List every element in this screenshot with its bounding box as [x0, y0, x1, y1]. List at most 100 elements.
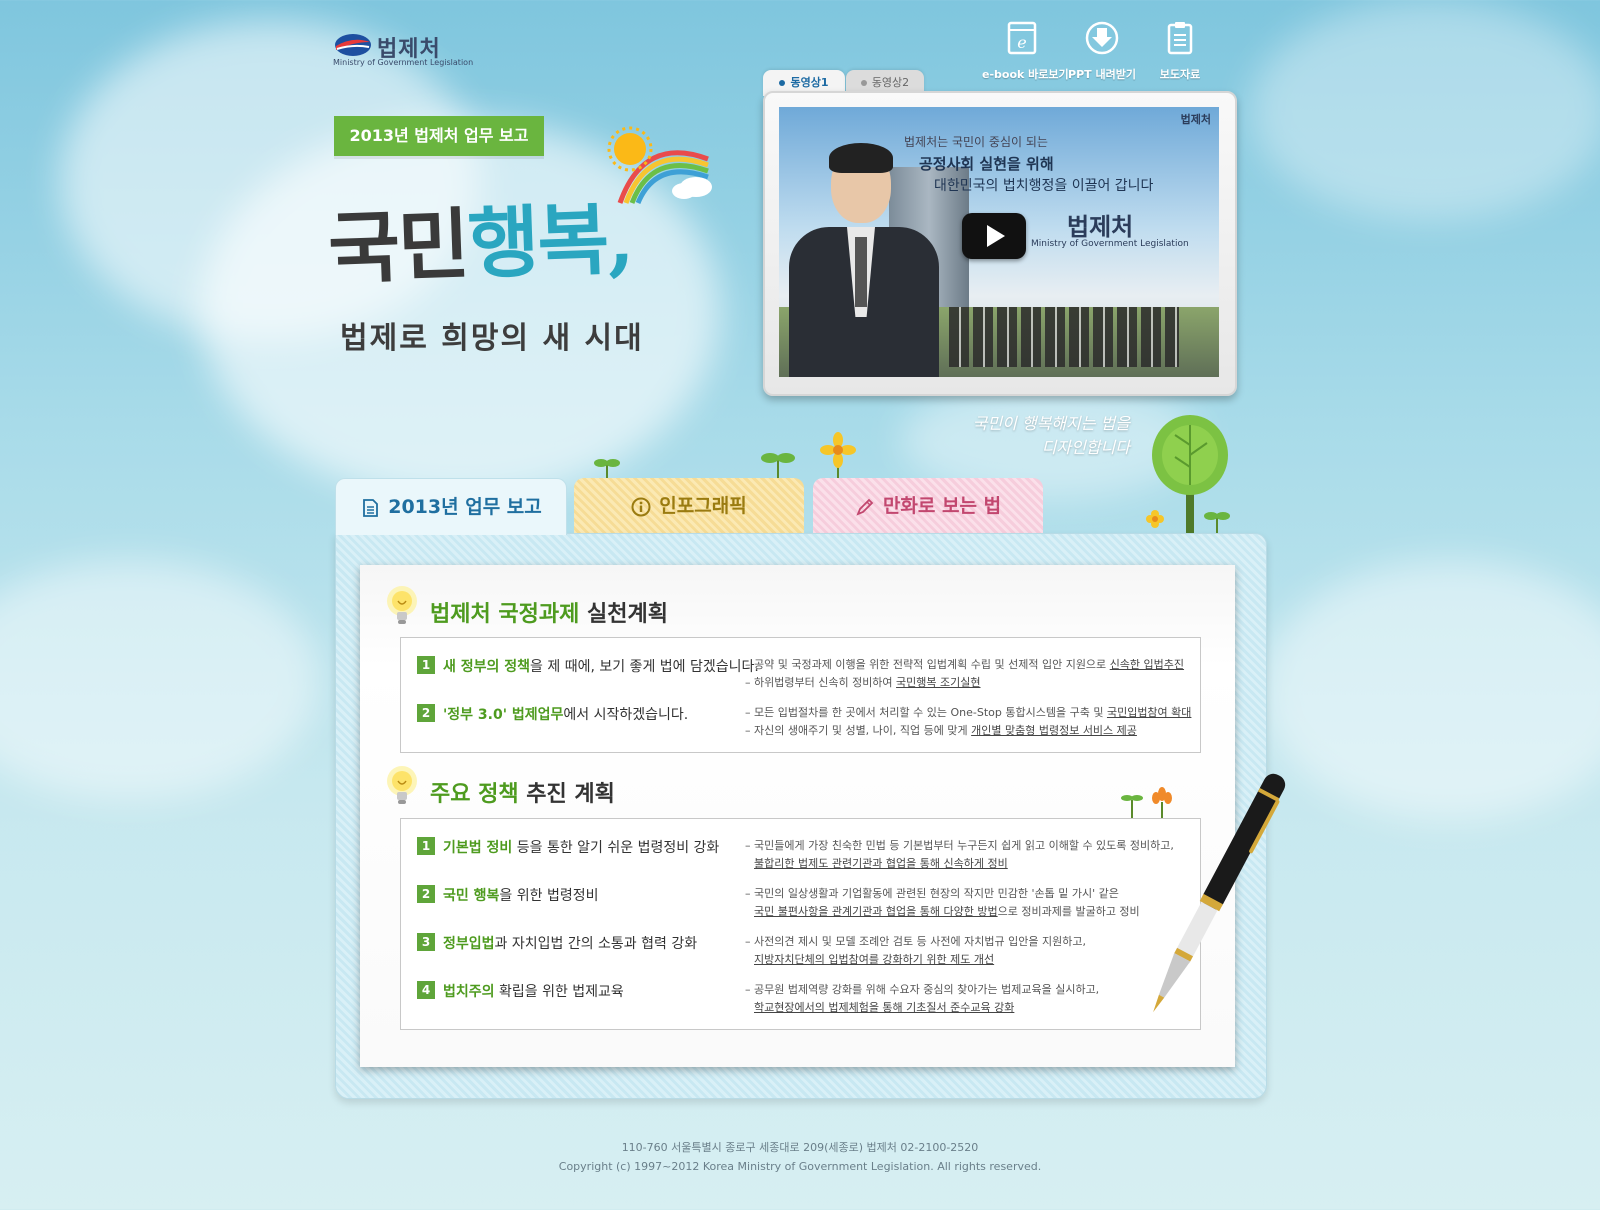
item-number: 3 — [417, 933, 435, 951]
footer-copyright: Copyright (c) 1997~2012 Korea Ministry o… — [558, 1160, 1042, 1173]
item-title: 새 정부의 정책을 제 때에, 보기 좋게 법에 담겠습니다. — [443, 656, 759, 676]
item-title: '정부 3.0' 법제업무에서 시작하겠습니다. — [443, 704, 688, 724]
lightbulb-icon — [387, 766, 417, 804]
section-2-title-rest: 추진 계획 — [518, 782, 615, 807]
item-title-rest: 을 위한 법령정비 — [499, 888, 599, 904]
play-icon[interactable] — [962, 213, 1026, 259]
site-logo[interactable]: 법제처 Ministry of Government Legislation — [333, 28, 473, 70]
item-title-highlight: 법치주의 — [443, 984, 495, 1000]
flower-icon — [820, 432, 856, 482]
ebook-icon: e — [1007, 21, 1037, 55]
item-title-rest: 과 자치입법 간의 소통과 협력 강화 — [494, 936, 698, 952]
section-1-box: 1 새 정부의 정책을 제 때에, 보기 좋게 법에 담겠습니다. – 공약 및… — [400, 637, 1201, 753]
sprout-icon — [761, 453, 795, 480]
download-icon — [1085, 21, 1119, 55]
ebook-link[interactable]: e e-book 바로보기 — [982, 20, 1069, 82]
tab-infographic-label: 인포그래픽 — [659, 495, 747, 517]
logo-text-en: Ministry of Government Legislation — [333, 58, 474, 67]
tab-work-report[interactable]: 2013년 업무 보고 — [335, 478, 567, 535]
item-description: – 사전의견 제시 및 모델 조례안 검토 등 사전에 자치법규 입안을 지원하… — [745, 933, 1086, 969]
ebook-label: e-book 바로보기 — [982, 68, 1069, 81]
sprout-icon — [594, 459, 620, 479]
desc-text: 으로 정비과제를 발굴하고 정비 — [997, 905, 1140, 918]
item-title: 법치주의 확립을 위한 법제교육 — [443, 981, 624, 1001]
small-flower-icon — [1146, 510, 1164, 528]
item-title: 기본법 정비 등을 통한 알기 쉬운 법령정비 강화 — [443, 837, 719, 857]
list-item: 4 법치주의 확립을 위한 법제교육 – 공무원 법제역량 강화를 위해 수요자… — [417, 981, 1192, 1014]
section-1-title: 법제처 국정과제 실천계획 — [430, 596, 668, 628]
desc-text: – 국민의 일상생활과 기업활동에 관련된 현장의 작지만 민감한 '손톱 밑 … — [745, 887, 1119, 900]
list-item: 1 새 정부의 정책을 제 때에, 보기 좋게 법에 담겠습니다. – 공약 및… — [417, 656, 1192, 689]
ppt-download-link[interactable]: PPT 내려받기 — [1062, 20, 1142, 82]
sprout-icon — [1204, 512, 1230, 534]
desc-underline: 개인별 맞춤형 법령정보 서비스 제공 — [971, 724, 1137, 737]
section-2-title: 주요 정책 추진 계획 — [430, 776, 615, 808]
press-release-link[interactable]: 보도자료 — [1140, 20, 1220, 82]
desc-underline: 국민 불편사항을 관계기관과 협업을 통해 다양한 방법 — [754, 905, 998, 918]
bullet-icon — [779, 80, 786, 86]
item-title-rest: 을 제 때에, 보기 좋게 법에 담겠습니다. — [530, 659, 759, 675]
desc-text: – 모든 입법절차를 한 곳에서 처리할 수 있는 One-Stop 통합시스템… — [745, 706, 1107, 719]
list-item: 3 정부입법과 자치입법 간의 소통과 협력 강화 – 사전의견 제시 및 모델… — [417, 933, 1192, 966]
item-description: – 공무원 법제역량 강화를 위해 수요자 중심의 찾아가는 법제교육을 실시하… — [745, 981, 1099, 1017]
list-item: 1 기본법 정비 등을 통한 알기 쉬운 법령정비 강화 – 국민들에게 가장 … — [417, 837, 1192, 870]
item-title-highlight: 기본법 정비 — [443, 840, 513, 856]
slogan-line-1: 국민이 행복해지는 법을 — [972, 414, 1130, 433]
item-description: – 국민들에게 가장 친숙한 민법 등 기본법부터 누구든지 쉽게 읽고 이해할… — [745, 837, 1174, 873]
info-icon — [631, 497, 651, 516]
ppt-download-label: PPT 내려받기 — [1068, 68, 1136, 81]
screen-corner-logo: 법제처 — [1180, 113, 1211, 126]
screen-text-3: 대한민국의 법치행정을 이끌어 갑니다 — [934, 178, 1154, 194]
video-player: 법제처 법제처는 국민이 중심이 되는 공정사회 실현을 위해 대한민국의 법치… — [763, 91, 1237, 396]
desc-underline: 학교현장에서의 법제체험을 통해 기초질서 준수교육 강화 — [754, 1001, 1015, 1014]
item-description: – 공약 및 국정과제 이행을 위한 전략적 입법계획 수립 및 선제적 입안 … — [745, 656, 1184, 692]
desc-underline: 지방자치단체의 입법참여를 강화하기 위한 제도 개선 — [754, 953, 995, 966]
hero-title-comma: , — [605, 193, 634, 286]
lightbulb-icon — [387, 586, 417, 624]
desc-text: – 자신의 생애주기 및 성별, 나이, 직업 등에 맞게 — [745, 724, 972, 737]
hero-title-part2: 행복 — [466, 194, 609, 291]
item-title-rest: 에서 시작하겠습니다. — [563, 707, 689, 723]
list-item: 2 국민 행복을 위한 법령정비 – 국민의 일상생활과 기업활동에 관련된 현… — [417, 885, 1192, 918]
press-release-label: 보도자료 — [1159, 68, 1201, 81]
screen-logo-ko: 법제처 — [1067, 213, 1134, 241]
tab-comic-law-label: 만화로 보는 법 — [882, 495, 1002, 517]
item-title: 국민 행복을 위한 법령정비 — [443, 885, 598, 905]
tab-work-report-label: 2013년 업무 보고 — [388, 496, 542, 518]
desc-underline: 국민행복 조기실현 — [896, 676, 981, 689]
item-number: 2 — [417, 704, 435, 722]
screen-text-1: 법제처는 국민이 중심이 되는 — [904, 135, 1048, 149]
clipboard-icon — [1167, 22, 1193, 55]
footer-address: 110-760 서울특별시 종로구 세종대로 209(세종로) 법제처 02-2… — [621, 1141, 979, 1154]
desc-text: – 공무원 법제역량 강화를 위해 수요자 중심의 찾아가는 법제교육을 실시하… — [745, 983, 1100, 996]
video-tab-1-label: 동영상1 — [790, 76, 829, 89]
section-1-title-rest: 실천계획 — [579, 602, 668, 627]
desc-text: – 국민들에게 가장 친숙한 민법 등 기본법부터 누구든지 쉽게 읽고 이해할… — [745, 839, 1174, 852]
report-tag: 2013년 법제처 업무 보고 — [334, 116, 544, 156]
document-icon — [363, 498, 379, 517]
man-photo — [789, 143, 939, 377]
fountain-pen-icon — [1153, 773, 1286, 1013]
video-screen[interactable]: 법제처 법제처는 국민이 중심이 되는 공정사회 실현을 위해 대한민국의 법치… — [779, 107, 1219, 377]
tab-comic-law[interactable]: 만화로 보는 법 — [813, 478, 1043, 534]
item-title-highlight: 새 정부의 정책 — [443, 659, 531, 675]
item-title-rest: 등을 통한 알기 쉬운 법령정비 강화 — [512, 840, 720, 856]
staff-group-photo — [949, 307, 1179, 367]
screen-logo-en: Ministry of Government Legislation — [1031, 239, 1189, 249]
desc-underline: 신속한 입법추진 — [1109, 658, 1185, 671]
item-number: 4 — [417, 981, 435, 999]
tab-infographic[interactable]: 인포그래픽 — [574, 478, 804, 534]
section-1-title-green: 법제처 국정과제 — [430, 602, 580, 627]
pencil-icon — [856, 498, 874, 516]
section-2-box: 1 기본법 정비 등을 통한 알기 쉬운 법령정비 강화 – 국민들에게 가장 … — [400, 818, 1201, 1030]
item-description: – 국민의 일상생활과 기업활동에 관련된 현장의 작지만 민감한 '손톱 밑 … — [745, 885, 1140, 921]
item-description: – 모든 입법절차를 한 곳에서 처리할 수 있는 One-Stop 통합시스템… — [745, 704, 1191, 740]
item-number: 2 — [417, 885, 435, 903]
hero-title-part1: 국민 — [326, 199, 470, 296]
cloud — [1250, 0, 1600, 220]
cloud — [0, 560, 320, 800]
hero-subtitle: 법제로 희망의 새 시대 — [340, 321, 644, 356]
bullet-icon — [860, 80, 867, 86]
hero-title: 국민행복, — [326, 177, 634, 300]
slogan: 국민이 행복해지는 법을 디자인합니다 — [950, 412, 1130, 460]
